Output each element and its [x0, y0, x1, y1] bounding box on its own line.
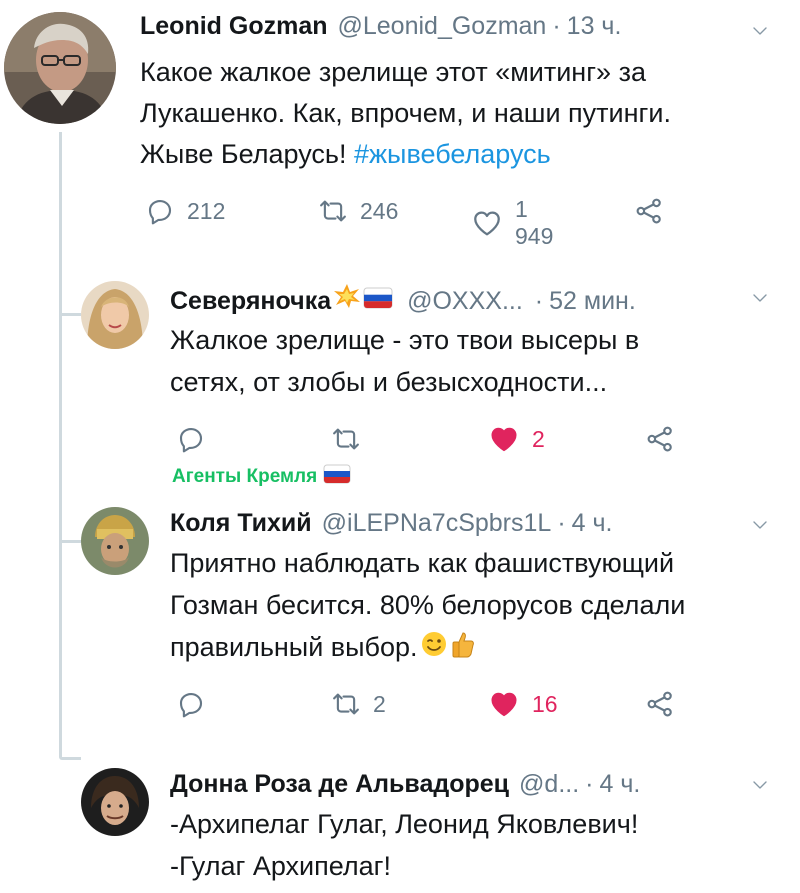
author-handle[interactable]: @Leonid_Gozman — [338, 12, 547, 41]
reply-icon — [176, 424, 206, 454]
retweet-count: 2 — [373, 690, 386, 717]
like-button[interactable]: 16 — [488, 688, 558, 720]
heart-icon — [488, 423, 520, 455]
retweet-icon — [331, 689, 361, 719]
reply-button[interactable] — [176, 424, 206, 454]
tweet-text-line: -Гулаг Архипелаг! — [170, 851, 391, 881]
chevron-down-icon[interactable] — [751, 776, 769, 794]
russia-flag-icon — [363, 287, 393, 316]
chevron-down-icon[interactable] — [751, 516, 769, 534]
like-count: 2 — [532, 425, 545, 452]
tweet-text-line: -Архипелаг Гулаг, Леонид Яковлевич! — [170, 809, 639, 839]
author-name[interactable]: Коля Тихий — [170, 509, 312, 538]
timestamp[interactable]: 4 ч. — [572, 509, 613, 538]
timestamp[interactable]: 4 ч. — [599, 770, 640, 799]
author-name[interactable]: Leonid Gozman — [140, 12, 328, 41]
author-handle[interactable]: @d... — [519, 770, 579, 799]
tweet-header: Северяночка @OXXX... · 52 мин. — [170, 283, 636, 316]
timestamp[interactable]: 52 мин. — [549, 287, 636, 316]
like-count: 16 — [532, 690, 558, 717]
tweet-text: Какое жалкое зрелище этот «митинг» за Лу… — [140, 52, 671, 175]
tweet-text-line: Жалкое зрелище - это твои высеры в — [170, 325, 640, 355]
author-handle[interactable]: @OXXX... — [407, 287, 523, 316]
user-label: Агенты Кремля — [172, 464, 351, 490]
heart-icon — [488, 688, 520, 720]
tweet-text-line: правильный выбор. — [170, 626, 685, 670]
russia-flag-icon — [323, 464, 351, 490]
separator-dot: · — [534, 287, 544, 315]
user-label-text: Агенты Кремля — [172, 466, 318, 487]
retweet-button[interactable]: 246 — [318, 196, 398, 226]
wink-emoji-icon — [420, 628, 448, 670]
retweet-button[interactable]: 2 — [331, 689, 386, 719]
like-count: 1 949 — [515, 196, 554, 249]
retweet-button[interactable] — [331, 424, 361, 454]
tweet-header: Коля Тихий @iLEPNa7cSpbrs1L · 4 ч. — [170, 509, 612, 538]
avatar[interactable] — [4, 12, 116, 124]
heart-icon — [471, 207, 503, 239]
tweet-text-line: сетях, от злобы и безысходности... — [170, 367, 608, 397]
reply-count: 212 — [187, 197, 226, 224]
author-handle[interactable]: @iLEPNa7cSpbrs1L — [322, 509, 552, 538]
separator-dot: · — [552, 12, 561, 40]
avatar[interactable] — [81, 507, 149, 575]
tweet-text-segment: правильный выбор. — [170, 632, 418, 662]
share-button[interactable] — [645, 424, 675, 454]
thread-line — [59, 132, 62, 757]
chevron-down-icon[interactable] — [751, 22, 769, 40]
timestamp[interactable]: 13 ч. — [567, 12, 622, 41]
thumbs-up-emoji-icon — [450, 628, 476, 670]
separator-dot: · — [557, 509, 566, 537]
retweet-icon — [318, 196, 348, 226]
tweet-text-segment: Жыве Беларусь! — [140, 139, 354, 169]
reply-icon — [145, 196, 175, 226]
share-icon — [634, 196, 664, 226]
hashtag-link[interactable]: #жывебеларусь — [354, 139, 551, 169]
share-button[interactable] — [634, 196, 664, 226]
tweet-text-line: Какое жалкое зрелище этот «митинг» за — [140, 57, 646, 87]
author-name[interactable]: Северяночка — [170, 287, 331, 316]
tweet-header: Leonid Gozman @Leonid_Gozman · 13 ч. — [140, 12, 621, 41]
like-button[interactable]: 1 949 — [471, 196, 553, 250]
avatar[interactable] — [81, 281, 149, 349]
chevron-down-icon[interactable] — [751, 289, 769, 307]
tweet-text: -Архипелаг Гулаг, Леонид Яковлевич! -Гул… — [170, 803, 638, 887]
tweet-text-line: Приятно наблюдать как фашиствующий — [170, 548, 675, 578]
share-icon — [645, 424, 675, 454]
reply-icon — [176, 689, 206, 719]
author-name[interactable]: Донна Роза де Альвадорец — [170, 770, 509, 799]
thread-branch — [59, 313, 81, 316]
tweet-text-line: Жыве Беларусь! #жывебеларусь — [140, 134, 671, 175]
tweet-text-line: Лукашенко. Как, впрочем, и наши путинги. — [140, 98, 671, 128]
tweet-text-line: Гозман бесится. 80% белорусов сделали — [170, 590, 686, 620]
tweet-header: Донна Роза де Альвадорец @d... · 4 ч. — [170, 770, 640, 799]
reply-button[interactable]: 212 — [145, 196, 225, 226]
avatar[interactable] — [81, 768, 149, 836]
retweet-icon — [331, 424, 361, 454]
retweet-count: 246 — [360, 197, 399, 224]
reply-button[interactable] — [176, 689, 206, 719]
tweet-text: Приятно наблюдать как фашиствующий Гозма… — [170, 542, 685, 670]
like-button[interactable]: 2 — [488, 423, 545, 455]
collision-emoji-icon — [333, 283, 361, 316]
tweet-text: Жалкое зрелище - это твои высеры в сетях… — [170, 319, 639, 403]
share-icon — [645, 689, 675, 719]
separator-dot: · — [585, 770, 594, 798]
thread-branch — [59, 540, 81, 543]
thread-branch — [59, 757, 81, 760]
share-button[interactable] — [645, 689, 675, 719]
